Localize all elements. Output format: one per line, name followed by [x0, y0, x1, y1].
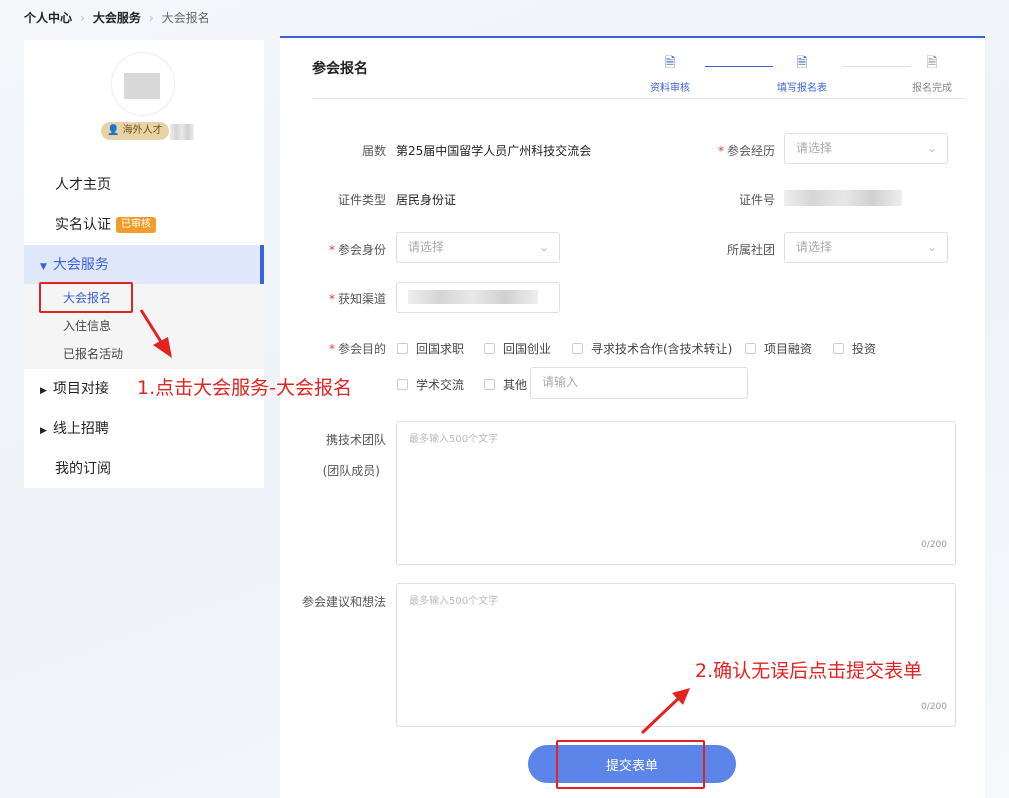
annotation-arrow-2	[640, 688, 690, 735]
annotation-step-1: 1.点击大会服务-大会报名	[137, 377, 352, 399]
annotation-arrow-1	[139, 309, 172, 358]
annotation-step-2: 2.确认无误后点击提交表单	[695, 660, 923, 682]
